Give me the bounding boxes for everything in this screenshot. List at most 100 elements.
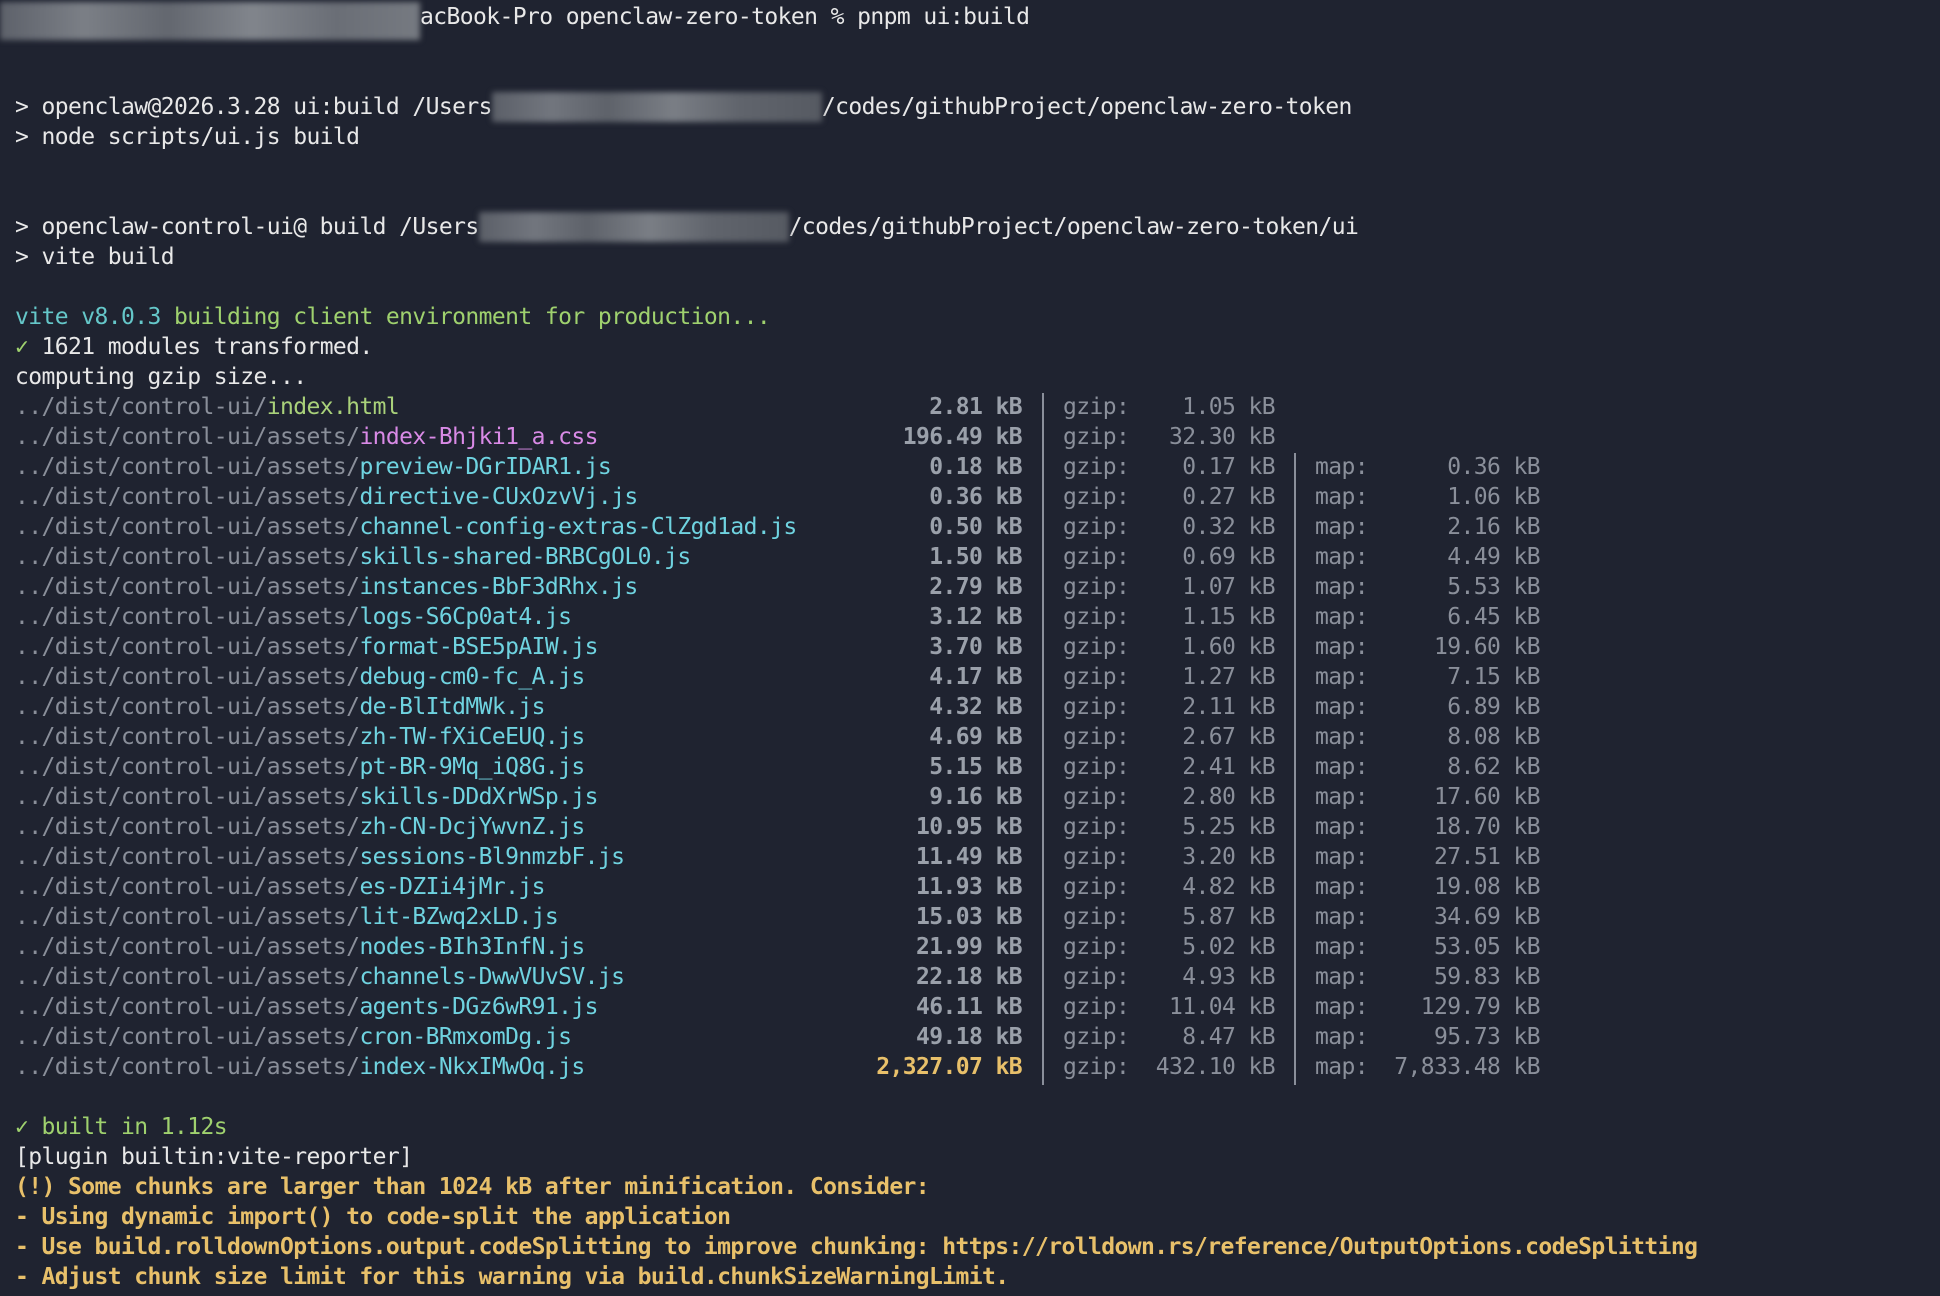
file-name: index-NkxIMwOq.js <box>359 1054 585 1080</box>
file-size: 4.32 kB <box>929 694 1022 720</box>
file-dir: ../dist/control-ui/assets/ <box>15 454 360 480</box>
map-label: map: <box>1315 454 1369 480</box>
file-path: ../dist/control-ui/assets/de-BlItdMWk.js <box>15 692 546 722</box>
script-run-line: > openclaw@2026.3.28 ui:build /Users/cod… <box>15 92 1352 122</box>
gzip-size: 5.87 kB <box>1182 904 1275 930</box>
gzip-size: 2.80 kB <box>1182 784 1275 810</box>
gzip-size: 5.02 kB <box>1182 934 1275 960</box>
file-size: 0.18 kB <box>929 454 1022 480</box>
file-path: ../dist/control-ui/assets/index-NkxIMwOq… <box>15 1052 585 1082</box>
file-name: directive-CUxOzvVj.js <box>359 484 638 510</box>
gzip-size: 0.27 kB <box>1182 484 1275 510</box>
file-size: 0.36 kB <box>929 484 1022 510</box>
map-label: map: <box>1315 484 1369 510</box>
file-size: 4.69 kB <box>929 724 1022 750</box>
gzip-label: gzip: <box>1063 814 1130 840</box>
map-label: map: <box>1315 844 1369 870</box>
file-dir: ../dist/control-ui/assets/ <box>15 784 360 810</box>
map-label: map: <box>1315 664 1369 690</box>
gzip-size: 11.04 kB <box>1169 994 1276 1020</box>
file-dir: ../dist/control-ui/assets/ <box>15 514 360 540</box>
map-label: map: <box>1315 514 1369 540</box>
warning-line: (!) Some chunks are larger than 1024 kB … <box>15 1174 930 1200</box>
file-name: channels-DwwVUvSV.js <box>359 964 625 990</box>
map-label: map: <box>1315 994 1369 1020</box>
gzip-label: gzip: <box>1063 574 1130 600</box>
gzip-size: 2.67 kB <box>1182 724 1275 750</box>
file-path: ../dist/control-ui/assets/index-Bhjki1_a… <box>15 422 598 452</box>
file-dir: ../dist/control-ui/assets/ <box>15 1024 360 1050</box>
file-dir: ../dist/control-ui/assets/ <box>15 544 360 570</box>
file-path: ../dist/control-ui/assets/cron-BRmxomDg.… <box>15 1022 572 1052</box>
file-name: debug-cm0-fc_A.js <box>359 664 585 690</box>
map-size: 53.05 kB <box>1434 934 1541 960</box>
gzip-label: gzip: <box>1063 634 1130 660</box>
gzip-size: 3.20 kB <box>1182 844 1275 870</box>
file-name: preview-DGrIDAR1.js <box>359 454 612 480</box>
file-dir: ../dist/control-ui/assets/ <box>15 934 360 960</box>
file-name: instances-BbF3dRhx.js <box>359 574 638 600</box>
file-size: 4.17 kB <box>929 664 1022 690</box>
gzip-label: gzip: <box>1063 754 1130 780</box>
gzip-label: gzip: <box>1063 844 1130 870</box>
map-size: 95.73 kB <box>1434 1024 1541 1050</box>
file-dir: ../dist/control-ui/assets/ <box>15 964 360 990</box>
gzip-label: gzip: <box>1063 1024 1130 1050</box>
file-size: 22.18 kB <box>916 964 1023 990</box>
file-name: index.html <box>266 394 400 420</box>
file-name: de-BlItdMWk.js <box>359 694 545 720</box>
redacted-username <box>478 212 789 242</box>
file-path: ../dist/control-ui/assets/directive-CUxO… <box>15 482 638 512</box>
file-name: format-BSE5pAIW.js <box>359 634 598 660</box>
file-dir: ../dist/control-ui/assets/ <box>15 754 360 780</box>
file-name: agents-DGz6wR91.js <box>359 994 598 1020</box>
built-time-line: ✓ built in 1.12s <box>15 1112 228 1142</box>
gzip-label: gzip: <box>1063 784 1130 810</box>
file-name: index-Bhjki1_a.css <box>359 424 598 450</box>
file-path: ../dist/control-ui/assets/format-BSE5pAI… <box>15 632 598 662</box>
file-dir: ../dist/control-ui/assets/ <box>15 664 360 690</box>
map-size: 2.16 kB <box>1447 514 1540 540</box>
file-path: ../dist/control-ui/assets/pt-BR-9Mq_iQ8G… <box>15 752 585 782</box>
map-size: 17.60 kB <box>1434 784 1541 810</box>
file-size: 3.12 kB <box>929 604 1022 630</box>
file-name: pt-BR-9Mq_iQ8G.js <box>359 754 585 780</box>
map-label: map: <box>1315 724 1369 750</box>
file-dir: ../dist/control-ui/assets/ <box>15 724 360 750</box>
file-size: 0.50 kB <box>929 514 1022 540</box>
ui-build-path: /codes/githubProject/openclaw-zero-token… <box>788 214 1359 240</box>
terminal-window[interactable]: acBook-Pro openclaw-zero-token % pnpm ui… <box>0 0 1940 1296</box>
map-size: 4.49 kB <box>1447 544 1540 570</box>
map-label: map: <box>1315 934 1369 960</box>
file-dir: ../dist/control-ui/assets/ <box>15 574 360 600</box>
modules-text: 1621 modules transformed. <box>28 334 373 360</box>
gzip-size: 1.60 kB <box>1182 634 1275 660</box>
file-dir: ../dist/control-ui/assets/ <box>15 874 360 900</box>
map-size: 59.83 kB <box>1434 964 1541 990</box>
file-path: ../dist/control-ui/assets/agents-DGz6wR9… <box>15 992 598 1022</box>
file-size: 196.49 kB <box>902 424 1023 450</box>
vite-building-line: vite v8.0.3 building client environment … <box>15 302 771 332</box>
file-name: channel-config-extras-ClZgd1ad.js <box>359 514 797 540</box>
map-size: 18.70 kB <box>1434 814 1541 840</box>
gzip-size: 1.27 kB <box>1182 664 1275 690</box>
gzip-size: 0.69 kB <box>1182 544 1275 570</box>
map-label: map: <box>1315 754 1369 780</box>
gzip-size: 0.17 kB <box>1182 454 1275 480</box>
gzip-size: 1.15 kB <box>1182 604 1275 630</box>
gzip-label: gzip: <box>1063 544 1130 570</box>
map-label: map: <box>1315 874 1369 900</box>
map-size: 34.69 kB <box>1434 904 1541 930</box>
map-size: 19.08 kB <box>1434 874 1541 900</box>
ui-build-prefix: > openclaw-control-ui@ build /Users <box>15 214 479 240</box>
command-prompt-line: acBook-Pro openclaw-zero-token % pnpm ui… <box>420 4 1030 30</box>
map-size: 0.36 kB <box>1447 454 1540 480</box>
script-run-path: /codes/githubProject/openclaw-zero-token <box>821 94 1352 120</box>
vite-building-text: building client environment for producti… <box>160 304 771 330</box>
file-size: 2.81 kB <box>929 394 1022 420</box>
map-size: 8.62 kB <box>1447 754 1540 780</box>
gzip-size: 432.10 kB <box>1155 1054 1276 1080</box>
map-label: map: <box>1315 1054 1369 1080</box>
plugin-reporter-line: [plugin builtin:vite-reporter] <box>15 1144 413 1170</box>
map-size: 6.45 kB <box>1447 604 1540 630</box>
